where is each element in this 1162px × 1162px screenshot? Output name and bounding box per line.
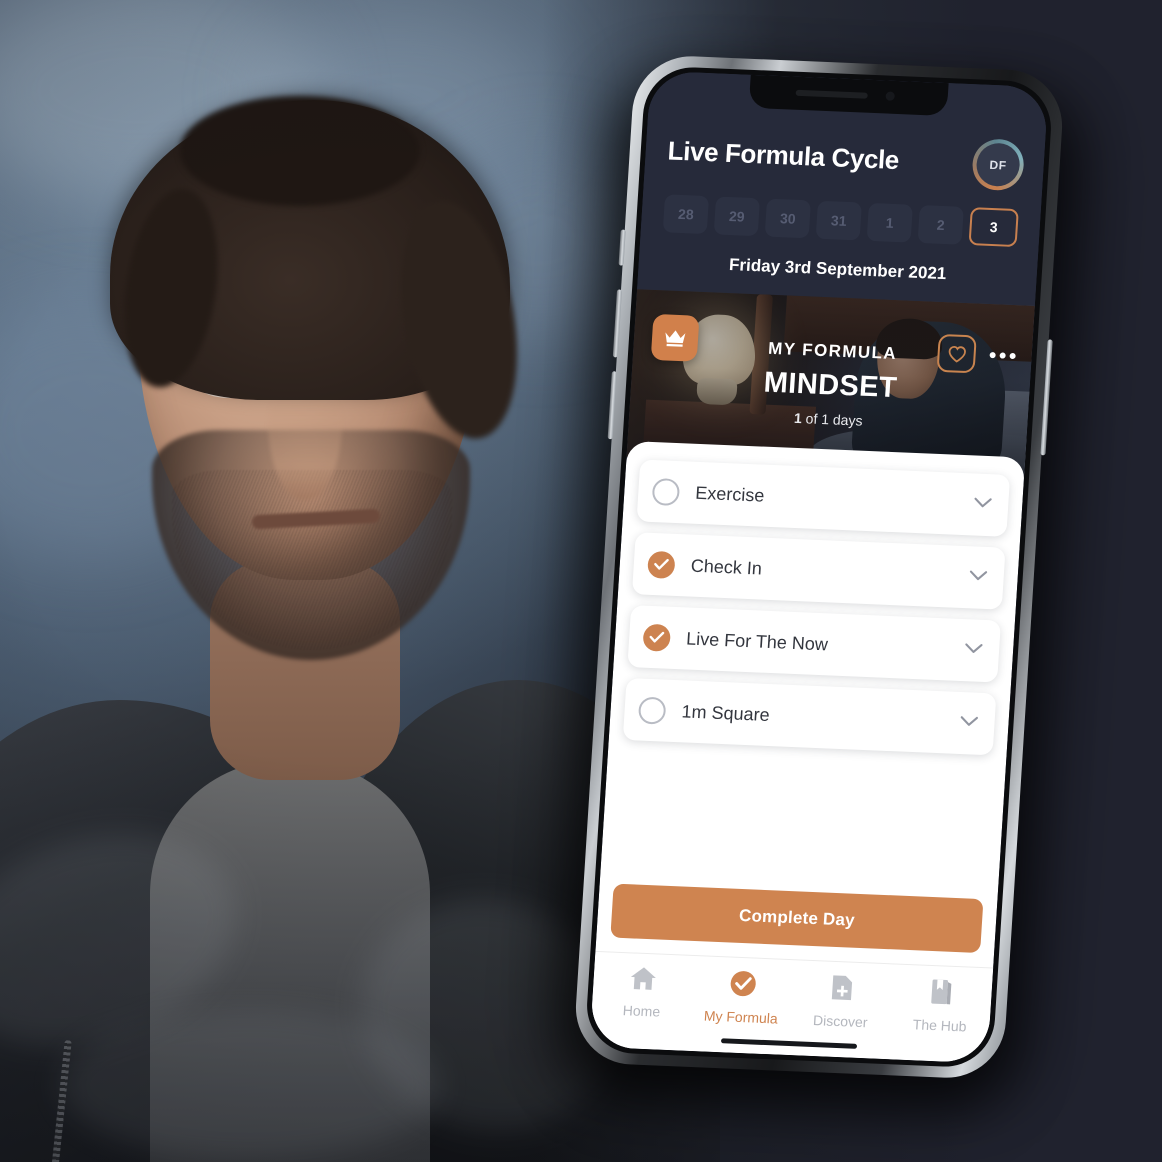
date-cell-6-selected[interactable]: 3	[968, 207, 1019, 248]
task-label: Exercise	[694, 482, 766, 506]
tab-label: The Hub	[912, 1016, 968, 1035]
task-checkbox-1m-square[interactable]	[637, 696, 667, 725]
task-row[interactable]: Check In	[631, 532, 1006, 610]
task-checkbox-check-in[interactable]	[647, 550, 676, 579]
date-cell-3[interactable]: 31	[815, 200, 862, 241]
complete-day-button[interactable]: Complete Day	[610, 883, 984, 954]
hero-progress: 1 of 1 days	[794, 410, 863, 429]
phone-bezel: Live Formula Cycle DF 28 29 30 31 1 2 3 …	[584, 65, 1054, 1069]
avatar[interactable]: DF	[971, 138, 1026, 192]
screenshot-canvas: Live Formula Cycle DF 28 29 30 31 1 2 3 …	[0, 0, 1162, 1162]
task-label: 1m Square	[681, 700, 771, 725]
tab-label: Discover	[812, 1012, 868, 1031]
tab-my-formula[interactable]: My Formula	[691, 968, 794, 1027]
hero-title: MINDSET	[762, 366, 899, 405]
date-cell-5[interactable]: 2	[917, 204, 964, 245]
task-label: Check In	[690, 555, 763, 579]
tab-label: My Formula	[703, 1007, 779, 1027]
home-icon	[629, 965, 658, 996]
chevron-down-icon[interactable]	[959, 714, 979, 733]
tab-discover[interactable]: Discover	[790, 972, 893, 1031]
earpiece-speaker	[795, 89, 868, 99]
date-cell-1[interactable]: 29	[713, 196, 761, 237]
hero-progress-count: 1	[793, 409, 803, 427]
hero-progress-suffix: of 1 days	[805, 410, 864, 429]
task-row[interactable]: Exercise	[636, 459, 1011, 537]
task-row[interactable]: 1m Square	[622, 678, 997, 756]
check-circle-icon	[728, 970, 757, 1003]
task-checkbox-exercise[interactable]	[651, 477, 681, 506]
task-list: Exercise Check In Live For The Now 1m Sq…	[622, 459, 1011, 756]
task-checkbox-live-for-the-now[interactable]	[642, 623, 672, 652]
chevron-down-icon[interactable]	[964, 641, 984, 660]
date-cell-0[interactable]: 28	[662, 194, 710, 235]
hero-kicker: MY FORMULA	[767, 338, 898, 364]
front-camera	[885, 91, 895, 101]
tab-label: Home	[622, 1002, 661, 1020]
phone-mockup: Live Formula Cycle DF 28 29 30 31 1 2 3 …	[544, 53, 1089, 1105]
chevron-down-icon[interactable]	[968, 568, 988, 587]
task-row[interactable]: Live For The Now	[627, 605, 1001, 683]
phone-frame: Live Formula Cycle DF 28 29 30 31 1 2 3 …	[572, 53, 1066, 1081]
header-row: Live Formula Cycle DF	[666, 127, 1026, 192]
mute-switch[interactable]	[618, 229, 626, 266]
date-cell-2[interactable]: 30	[764, 198, 812, 239]
date-cell-4[interactable]: 1	[866, 202, 913, 243]
task-label: Live For The Now	[685, 628, 829, 654]
book-icon	[929, 978, 955, 1011]
app-root: Live Formula Cycle DF 28 29 30 31 1 2 3 …	[589, 70, 1049, 1064]
tab-the-hub[interactable]: The Hub	[889, 976, 992, 1035]
task-sheet: Exercise Check In Live For The Now 1m Sq…	[589, 440, 1026, 1064]
page-title: Live Formula Cycle	[666, 135, 900, 176]
document-plus-icon	[830, 974, 855, 1007]
bottom-tab-bar: Home My Formula Discover The Hub	[589, 950, 994, 1064]
phone-screen: Live Formula Cycle DF 28 29 30 31 1 2 3 …	[589, 70, 1049, 1064]
chevron-down-icon[interactable]	[973, 495, 993, 514]
tab-home[interactable]: Home	[591, 964, 694, 1021]
cta-container: Complete Day	[609, 868, 984, 967]
